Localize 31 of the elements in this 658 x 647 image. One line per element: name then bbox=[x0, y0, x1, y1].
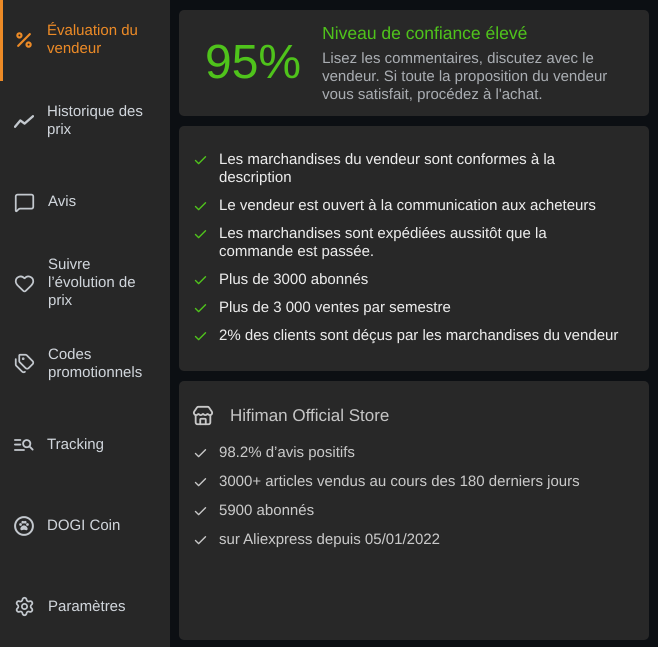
tag-icon bbox=[14, 353, 35, 374]
sidebar-item[interactable]: Paramètres bbox=[0, 566, 170, 647]
heart-icon bbox=[14, 272, 35, 294]
sidebar-item[interactable]: Codes promotionnels bbox=[0, 324, 170, 404]
criterion-text: 2% des clients sont déçus par les marchandises du vendeur bbox=[219, 327, 618, 345]
criterion-text: Plus de 3000 abonnés bbox=[219, 271, 368, 289]
store-fact: 3000+ articles vendus au cours des 180 derniers jours bbox=[219, 473, 580, 491]
confidence-description: Lisez les commentaires, discutez avec le vendeur. Si toute la proposition du vendeur vous satisfait, procédez à l'achat. bbox=[322, 50, 608, 104]
sidebar-item[interactable]: Évaluation du vendeur bbox=[0, 0, 170, 81]
sidebar-item[interactable]: Historique des prix bbox=[0, 80, 170, 162]
list-search-icon bbox=[14, 438, 34, 452]
speech-bubble-icon bbox=[14, 192, 35, 213]
percent-icon bbox=[14, 30, 34, 50]
chart-line-icon bbox=[14, 114, 34, 128]
sidebar-item[interactable]: Avis bbox=[0, 162, 170, 243]
criterion-text: Plus de 3 000 ventes par semestre bbox=[219, 299, 451, 317]
store-fact: sur Aliexpress depuis 05/01/2022 bbox=[219, 531, 440, 549]
store-icon bbox=[192, 405, 214, 427]
confidence-score: 95% bbox=[205, 35, 302, 91]
store-name: Hifiman Official Store bbox=[230, 405, 390, 427]
store-fact: 5900 abonnés bbox=[219, 502, 314, 520]
store-fact: 98.2% d’avis positifs bbox=[219, 444, 355, 462]
criterion-text: Les marchandises du vendeur sont conformes à la description bbox=[219, 151, 556, 187]
criterion-text: Le vendeur est ouvert à la communication aux acheteurs bbox=[219, 197, 596, 215]
paw-coin-icon bbox=[14, 516, 34, 536]
settings-icon bbox=[14, 596, 35, 618]
confidence-title: Niveau de confiance élevé bbox=[322, 22, 528, 44]
sidebar-item[interactable]: Tracking bbox=[0, 404, 170, 486]
sidebar-item[interactable]: Suivre l’évolution de prix bbox=[0, 242, 170, 324]
sidebar-item[interactable]: DOGI Coin bbox=[0, 485, 170, 566]
criterion-text: Les marchandises sont expédiées aussitôt que la commande est passée. bbox=[219, 225, 548, 261]
